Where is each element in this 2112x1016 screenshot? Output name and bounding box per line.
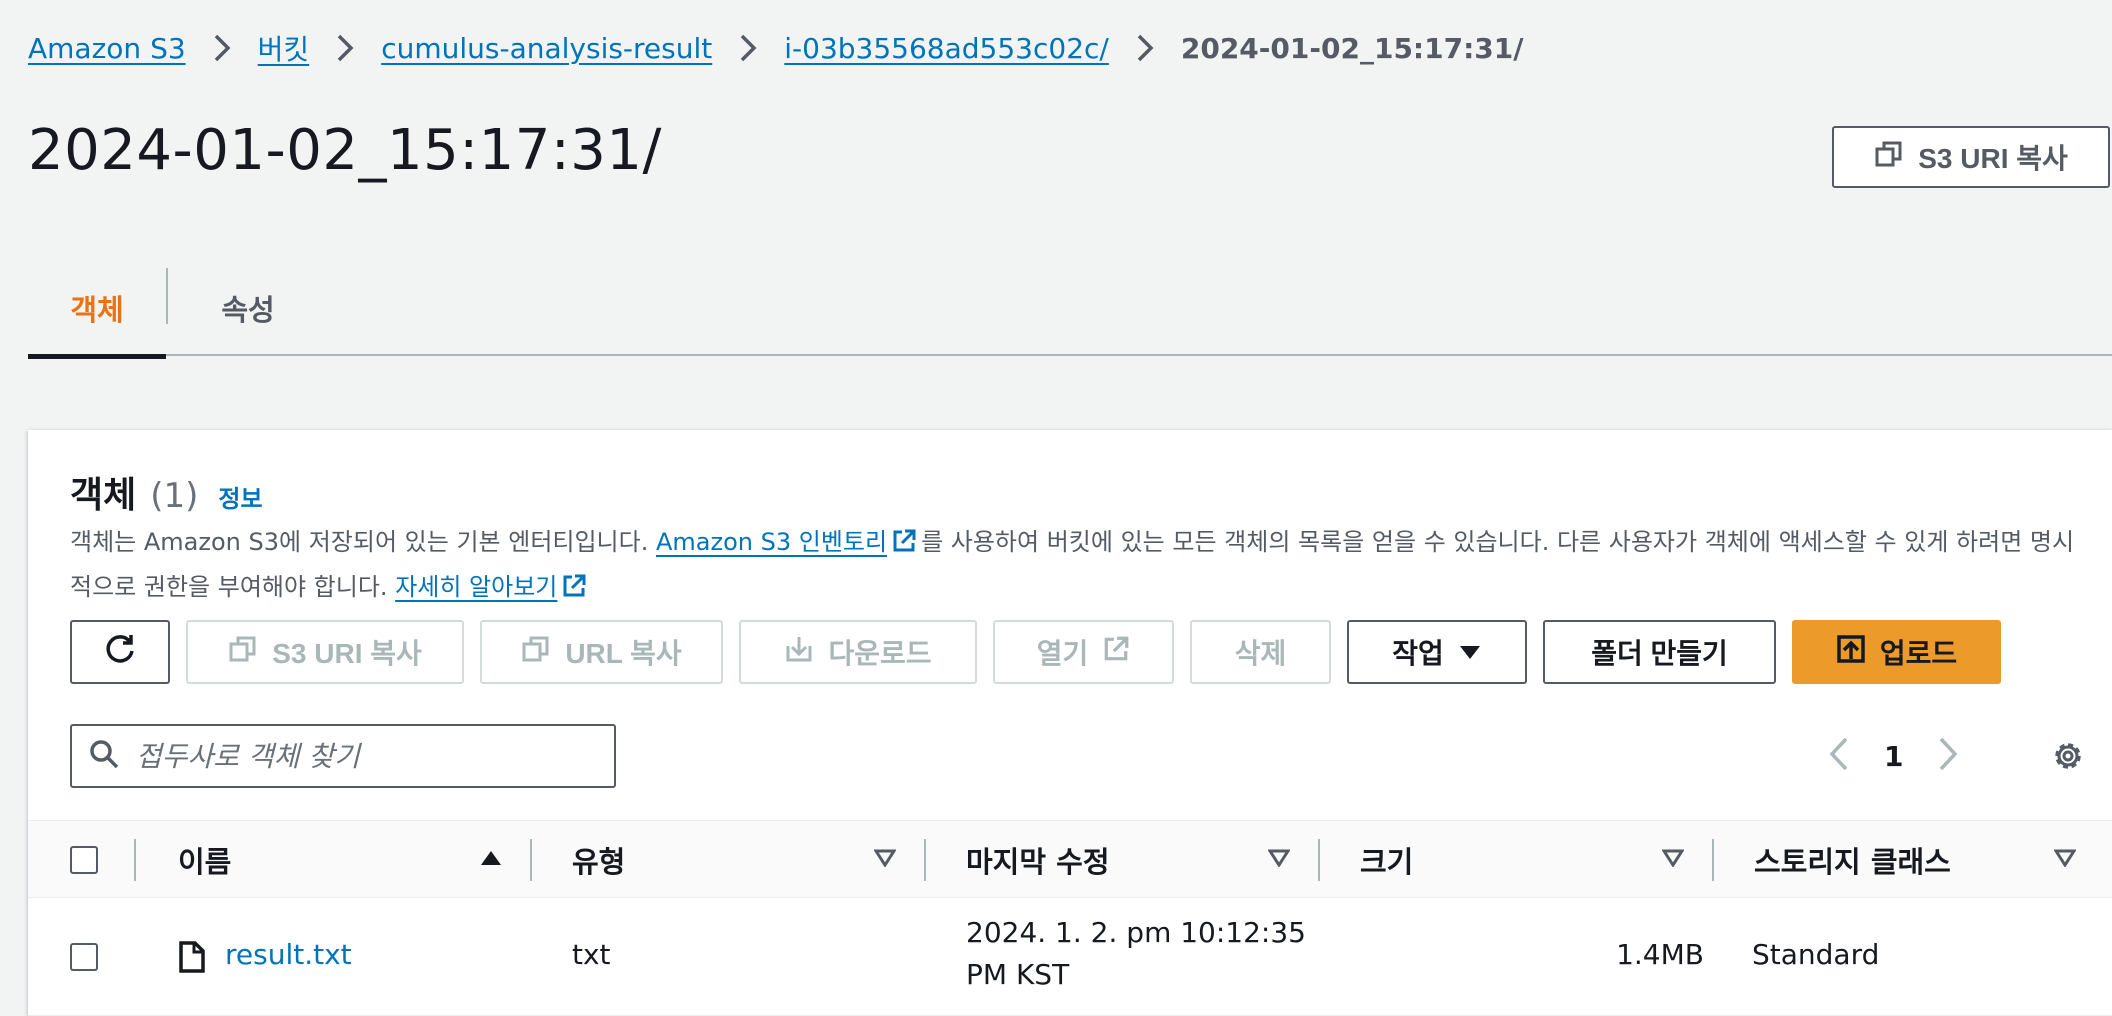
copy-icon <box>521 634 551 671</box>
description-text-1: 객체는 Amazon S3에 저장되어 있는 기본 엔터티입니다. <box>70 528 656 556</box>
refresh-icon <box>103 632 137 673</box>
breadcrumb-bucket[interactable]: cumulus-analysis-result <box>381 32 712 65</box>
delete-label: 삭제 <box>1234 638 1287 669</box>
copy-s3-uri-button[interactable]: S3 URI 복사 <box>1832 126 2110 188</box>
file-type: txt <box>572 938 611 971</box>
last-modified-timezone: PM KST <box>966 958 1070 991</box>
search-icon <box>88 738 120 774</box>
inventory-link[interactable]: Amazon S3 인벤토리 <box>656 528 887 556</box>
tab-bar: 객체 속성 <box>28 260 2112 359</box>
copy-url-button[interactable]: URL 복사 <box>480 620 723 684</box>
learn-more-link[interactable]: 자세히 알아보기 <box>395 573 557 601</box>
panel-title: 객체 <box>70 475 137 516</box>
last-modified: 2024. 1. 2. pm 10:12:35 PM KST <box>966 912 1306 996</box>
sort-icon[interactable] <box>873 849 897 871</box>
column-header-size[interactable]: 크기 <box>1360 821 1413 899</box>
copy-icon <box>228 634 258 671</box>
file-name-link[interactable]: result.txt <box>225 938 352 971</box>
tab-objects[interactable]: 객체 <box>28 260 166 359</box>
tab-properties[interactable]: 속성 <box>168 260 328 356</box>
chevron-right-icon <box>726 28 770 68</box>
previous-page-icon[interactable] <box>1828 736 1850 776</box>
actions-dropdown-button[interactable]: 작업 <box>1347 620 1527 684</box>
create-folder-button[interactable]: 폴더 만들기 <box>1543 620 1776 684</box>
select-all-checkbox[interactable] <box>70 846 98 874</box>
copy-icon <box>1874 139 1904 176</box>
panel-description: 객체는 Amazon S3에 저장되어 있는 기본 엔터티입니다. Amazon… <box>70 522 2080 612</box>
column-divider[interactable] <box>530 839 532 881</box>
next-page-icon[interactable] <box>1937 736 1959 776</box>
caret-down-icon <box>1458 636 1482 668</box>
actions-label: 작업 <box>1392 638 1444 669</box>
chevron-right-icon <box>323 28 367 68</box>
last-modified-date: 2024. 1. 2. pm 10:12:35 <box>966 916 1306 949</box>
table-header: 이름 유형 마지막 수정 크기 스토리지 클래스 <box>28 820 2112 898</box>
current-page-number[interactable]: 1 <box>1884 740 1903 773</box>
column-divider[interactable] <box>1318 839 1320 881</box>
search-input[interactable] <box>136 739 596 773</box>
external-link-icon <box>561 571 587 612</box>
column-divider[interactable] <box>1712 839 1714 881</box>
search-box <box>70 724 616 788</box>
external-link-icon <box>891 526 917 567</box>
select-all-cell <box>70 821 98 899</box>
copy-s3-uri-label: S3 URI 복사 <box>1918 143 2068 174</box>
external-link-icon <box>1102 635 1130 670</box>
download-button[interactable]: 다운로드 <box>739 620 977 684</box>
upload-button[interactable]: 업로드 <box>1792 620 2001 684</box>
page-title: 2024-01-02_15:17:31/ <box>28 118 662 183</box>
column-header-storage-class[interactable]: 스토리지 클래스 <box>1754 821 1951 899</box>
breadcrumb-amazon-s3[interactable]: Amazon S3 <box>28 32 186 65</box>
column-header-last-modified[interactable]: 마지막 수정 <box>966 821 1110 899</box>
pagination: 1 <box>1828 726 1959 786</box>
gear-icon[interactable] <box>2038 726 2098 786</box>
column-header-name[interactable]: 이름 <box>178 821 231 899</box>
breadcrumb-instance-folder[interactable]: i-03b35568ad553c02c/ <box>784 32 1109 65</box>
delete-button[interactable]: 삭제 <box>1190 620 1331 684</box>
storage-class: Standard <box>1752 938 1880 971</box>
open-button[interactable]: 열기 <box>993 620 1174 684</box>
upload-label: 업로드 <box>1879 638 1958 669</box>
sort-icon[interactable] <box>1267 849 1291 871</box>
column-divider[interactable] <box>924 839 926 881</box>
chevron-right-icon <box>200 28 244 68</box>
breadcrumb-buckets[interactable]: 버킷 <box>258 28 310 68</box>
column-divider <box>134 839 136 881</box>
download-icon <box>784 634 814 671</box>
copy-s3-uri-toolbar-label: S3 URI 복사 <box>272 638 422 669</box>
breadcrumb-current: 2024-01-02_15:17:31/ <box>1180 31 1524 65</box>
create-folder-label: 폴더 만들기 <box>1591 638 1728 669</box>
sort-icon[interactable] <box>2053 849 2077 871</box>
objects-toolbar: S3 URI 복사 URL 복사 다운로드 열기 삭제 작업 폴더 만들기 업로… <box>70 620 2001 684</box>
file-size: 1.4MB <box>1616 938 1704 971</box>
upload-icon <box>1836 634 1866 671</box>
chevron-right-icon <box>1123 28 1167 68</box>
objects-panel: 객체 (1) 정보 객체는 Amazon S3에 저장되어 있는 기본 엔터티입… <box>28 430 2112 1016</box>
panel-header: 객체 (1) 정보 <box>70 466 263 518</box>
row-checkbox[interactable] <box>70 943 98 971</box>
info-link[interactable]: 정보 <box>218 479 262 514</box>
object-count: (1) <box>150 476 199 516</box>
breadcrumb: Amazon S3 버킷 cumulus-analysis-result i-0… <box>28 28 1523 68</box>
refresh-button[interactable] <box>70 620 170 684</box>
open-label: 열기 <box>1036 638 1089 669</box>
file-icon <box>178 940 206 978</box>
sort-icon[interactable] <box>1661 849 1685 871</box>
sort-ascending-icon[interactable] <box>480 849 502 871</box>
table-row: result.txt txt 2024. 1. 2. pm 10:12:35 P… <box>28 898 2112 1016</box>
column-header-type[interactable]: 유형 <box>572 821 625 899</box>
download-label: 다운로드 <box>828 638 932 669</box>
copy-s3-uri-toolbar-button[interactable]: S3 URI 복사 <box>186 620 464 684</box>
copy-url-label: URL 복사 <box>565 638 682 669</box>
